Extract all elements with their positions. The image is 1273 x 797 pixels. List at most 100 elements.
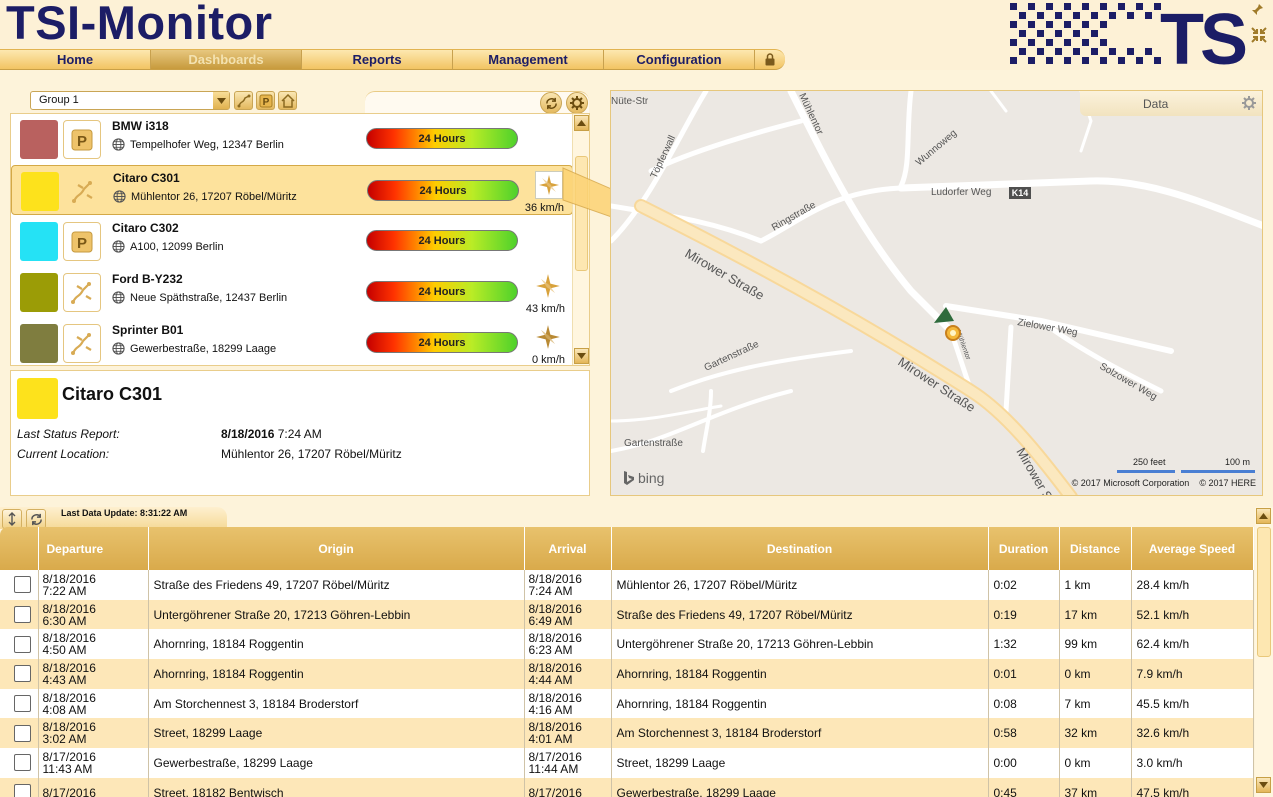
table-row[interactable]: 8/17/2016 11:43 AM Gewerbestraße, 18299 La… [0, 748, 1254, 778]
column-header-departure[interactable]: Departure [38, 527, 149, 570]
refresh-list-button[interactable] [540, 92, 562, 114]
parking-filter-button[interactable]: P [256, 91, 275, 110]
parking-icon: P [259, 94, 272, 108]
vehicle-address: A100, 12099 Berlin [112, 240, 224, 253]
table-row[interactable]: 8/17/2016 Street, 18182 Bentwisch 8/17/201… [0, 777, 1254, 797]
vehicle-address: Gewerbestraße, 18299 Laage [112, 342, 276, 355]
table-row[interactable]: 8/18/2016 6:30 AM Untergöhrener Straße 20,… [0, 599, 1254, 630]
row-checkbox[interactable] [14, 695, 31, 713]
origin-cell: Straße des Friedens 49, 17207 Röbel/Müri… [148, 570, 525, 600]
average-speed-cell: 3.0 km/h [1131, 748, 1254, 778]
settings-list-button[interactable] [566, 92, 588, 114]
row-checkbox[interactable] [14, 665, 31, 683]
table-row[interactable]: 8/18/2016 4:50 AM Ahornring, 18184 Roggent… [0, 629, 1254, 660]
last-data-update: Last Data Update: 8:31:22 AM [61, 508, 188, 518]
row-checkbox[interactable] [14, 784, 31, 797]
map-view[interactable]: Mühlentor Nüte-Str Töpferwall Wunnoweg L… [610, 90, 1263, 496]
table-row[interactable]: 8/18/2016 3:02 AM Street, 18299 Laage 8/18/… [0, 718, 1254, 749]
column-header-average-speed[interactable]: Average Speed [1131, 527, 1254, 570]
row-checkbox[interactable] [14, 635, 31, 653]
table-row[interactable]: 8/18/2016 4:08 AM Am Storchennest 3, 18184… [0, 688, 1254, 719]
vehicle-address-text: A100, 12099 Berlin [130, 240, 224, 253]
arrival-time: 6:23 AM [528, 643, 573, 658]
column-header-destination[interactable]: Destination [611, 527, 989, 570]
vehicle-list-scrollbar[interactable] [572, 114, 589, 365]
row-checkbox-cell [0, 659, 39, 689]
row-checkbox[interactable] [14, 576, 31, 594]
nav-management[interactable]: Management [453, 50, 604, 69]
bing-logo: bing [623, 470, 664, 486]
route-filter-button[interactable] [234, 91, 253, 110]
group-select[interactable]: Group 1 [30, 91, 230, 110]
arrival-cell: 8/18/2016 4:01 AM [524, 718, 612, 749]
departure-time: 11:43 AM [42, 761, 93, 776]
vehicle-row[interactable]: Ford B-Y232 Neue Späthstraße, 12437 Berl… [11, 267, 573, 317]
history-bar[interactable]: 24 Hours [366, 230, 518, 251]
vehicle-address-text: Neue Späthstraße, 12437 Berlin [130, 291, 288, 304]
scale-bar [1117, 470, 1255, 473]
history-bar[interactable]: 24 Hours [366, 128, 518, 149]
table-row[interactable]: 8/18/2016 7:22 AM Straße des Friedens 49, … [0, 570, 1254, 600]
column-header-origin[interactable]: Origin [148, 527, 525, 570]
departure-date: 8/17/2016 [42, 785, 96, 797]
refresh-trips-button[interactable] [26, 509, 46, 529]
row-checkbox[interactable] [14, 724, 31, 742]
svg-text:P: P [77, 235, 87, 252]
nav-dashboards[interactable]: Dashboards [151, 50, 302, 69]
row-checkbox[interactable] [14, 754, 31, 772]
scroll-down-icon[interactable] [574, 348, 589, 364]
vehicle-row[interactable]: Sprinter B01 Gewerbestraße, 18299 Laage … [11, 318, 573, 365]
vehicle-row[interactable]: P Citaro C302 A100, 12099 Berlin 24 Hour… [11, 216, 573, 266]
history-bar[interactable]: 24 Hours [366, 281, 518, 302]
nav-home[interactable]: Home [0, 50, 151, 69]
scale-meters: 100 m [1225, 457, 1251, 467]
window-controls [1250, 3, 1268, 47]
street-label: Nüte-Str [611, 96, 649, 107]
vehicle-row-selected[interactable]: Citaro C301 Mühlentor 26, 17207 Röbel/Mü… [11, 165, 573, 215]
history-bar[interactable]: 24 Hours [367, 180, 519, 201]
departure-time: 4:50 AM [42, 643, 87, 658]
compass-icon [535, 171, 563, 199]
chevron-down-icon[interactable] [213, 92, 229, 109]
lock-icon[interactable] [755, 50, 785, 69]
map-canvas[interactable]: Mühlentor Nüte-Str Töpferwall Wunnoweg L… [611, 91, 1263, 496]
map-data-tab[interactable]: Data [1080, 91, 1262, 116]
collapse-icon[interactable] [1250, 26, 1268, 44]
departure-date: 8/18/2016 [42, 601, 96, 616]
history-bar[interactable]: 24 Hours [366, 332, 518, 353]
scroll-down-icon[interactable] [1256, 777, 1271, 793]
scroll-thumb[interactable] [1257, 527, 1271, 657]
vehicle-address: Tempelhofer Weg, 12347 Berlin [112, 138, 284, 151]
parking-icon: P [63, 120, 101, 159]
column-header-arrival[interactable]: Arrival [524, 527, 612, 570]
vehicle-speed: 36 km/h [524, 202, 564, 214]
route-icon [237, 94, 250, 107]
average-speed-cell: 45.5 km/h [1131, 688, 1254, 719]
scroll-thumb[interactable] [575, 156, 588, 271]
column-header-distance[interactable]: Distance [1059, 527, 1132, 570]
origin-cell: Street, 18182 Bentwisch [148, 777, 525, 797]
arrival-cell: 8/18/2016 6:23 AM [524, 629, 612, 660]
departure-cell: 8/18/2016 3:02 AM [38, 718, 149, 749]
distance-cell: 17 km [1059, 599, 1132, 630]
gear-icon[interactable] [1242, 96, 1256, 110]
vehicle-row[interactable]: P BMW i318 Tempelhofer Weg, 12347 Berlin… [11, 114, 573, 164]
scroll-up-icon[interactable] [1256, 508, 1271, 524]
column-header-duration[interactable]: Duration [988, 527, 1060, 570]
vehicle-address-text: Mühlentor 26, 17207 Röbel/Müritz [131, 190, 297, 203]
table-row[interactable]: 8/18/2016 4:43 AM Ahornring, 18184 Roggent… [0, 659, 1254, 689]
nav-reports[interactable]: Reports [302, 50, 453, 69]
street-label: Solzower Weg [1098, 361, 1159, 403]
pin-icon[interactable] [1250, 3, 1264, 17]
scroll-up-icon[interactable] [574, 115, 589, 131]
arrival-time: 4:01 AM [528, 732, 573, 747]
arrival-date: 8/18/2016 [528, 601, 582, 616]
trip-table-scrollbar[interactable] [1255, 507, 1273, 797]
map-data-tab-label: Data [1143, 96, 1169, 111]
vehicle-color-swatch [17, 378, 58, 419]
departure-cell: 8/18/2016 4:50 AM [38, 629, 149, 660]
sort-button[interactable] [2, 509, 22, 529]
nav-configuration[interactable]: Configuration [604, 50, 755, 69]
row-checkbox[interactable] [14, 606, 31, 624]
home-filter-button[interactable] [278, 91, 297, 110]
